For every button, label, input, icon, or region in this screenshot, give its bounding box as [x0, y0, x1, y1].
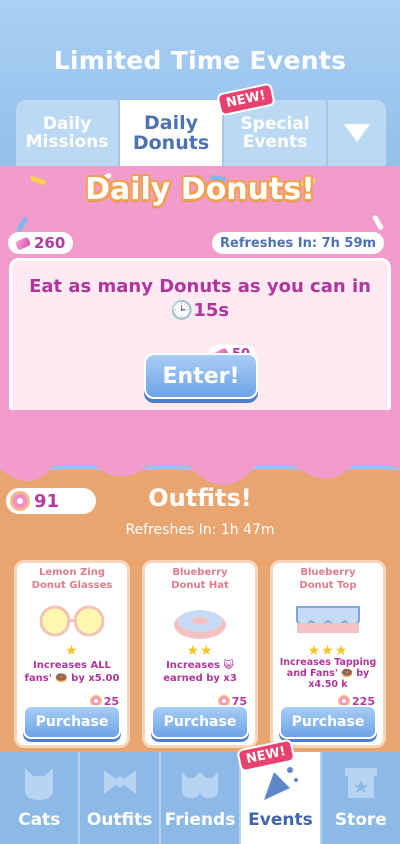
rarity-stars: ★: [65, 643, 79, 659]
donut-icon: [10, 491, 30, 511]
triangle-down-icon: [344, 124, 370, 142]
outfits-title: Outfits!: [148, 484, 252, 512]
event-description-text: Eat as many Donuts as you can in: [29, 276, 371, 297]
cat-face-icon: [25, 768, 54, 800]
donut-count: 91: [34, 490, 60, 512]
nav-friends[interactable]: Friends: [161, 752, 242, 844]
enter-button[interactable]: Enter!: [144, 353, 258, 399]
event-description: Eat as many Donuts as you can in 🕒15s: [12, 275, 388, 323]
outfit-cards: Lemon Zing Donut Glasses ★ Increases ALL…: [14, 560, 386, 748]
tab-label: Daily Donuts: [132, 112, 210, 154]
party-popper-icon: [264, 767, 299, 800]
purchase-button[interactable]: Purchase: [279, 705, 377, 739]
purchase-button[interactable]: Purchase: [23, 705, 121, 739]
nav-label: Cats: [18, 810, 61, 830]
gem-icon: [14, 235, 32, 251]
outfit-name: Lemon Zing Donut Glasses: [31, 567, 113, 591]
tab-label: Special Events: [240, 114, 310, 152]
nav-cats[interactable]: Cats: [0, 752, 81, 844]
gem-counter: 260: [8, 232, 74, 254]
cats-group-icon: [182, 772, 219, 798]
outfit-card-lemon-zing-donut-glasses: Lemon Zing Donut Glasses ★ Increases ALL…: [14, 560, 130, 748]
tab-daily-donuts[interactable]: Daily Donuts: [120, 100, 224, 166]
nav-outfits[interactable]: Outfits: [80, 752, 161, 844]
outfits-refresh-timer: Refreshes In: 1h 47m: [125, 522, 275, 538]
outfit-card-blueberry-donut-top: Blueberry Donut Top ★★★ Increases Tappin…: [270, 560, 386, 748]
outfit-description: Increases 😺 earned by x3: [163, 660, 237, 684]
event-duration: 15s: [193, 300, 230, 321]
tab-more-button[interactable]: [328, 100, 386, 166]
outfit-name: Blueberry Donut Top: [299, 567, 357, 591]
bottom-nav: Cats Outfits Friends Events Store: [0, 752, 400, 844]
donut-hat-icon: [174, 610, 226, 639]
donut-counter: 91: [6, 488, 96, 514]
outfit-description: Increases ALL fans' 🍩 by x5.00: [24, 660, 120, 684]
page-title: Limited Time Events: [53, 46, 347, 75]
tab-bar: Daily Missions Daily Donuts Special Even…: [16, 100, 386, 166]
clock-icon: 🕒: [170, 300, 194, 321]
outfit-name: Blueberry Donut Hat: [171, 567, 229, 591]
event-refresh-timer: Refreshes In: 7h 59m: [212, 232, 385, 254]
donut-top-icon: [296, 606, 360, 633]
outfit-description: Increases Tapping and Fans' 🍩 by x4.50 k: [279, 657, 377, 690]
rarity-stars: ★★: [186, 643, 214, 659]
nav-label: Store: [334, 810, 387, 830]
shop-icon: [344, 768, 377, 798]
bow-icon: [103, 770, 136, 794]
nav-label: Friends: [164, 810, 236, 830]
event-title: Daily Donuts!: [85, 172, 315, 207]
nav-label: Outfits: [86, 810, 153, 830]
gem-count: 260: [34, 234, 66, 252]
tab-daily-missions[interactable]: Daily Missions: [16, 100, 120, 166]
outfit-card-blueberry-donut-hat: Blueberry Donut Hat ★★ Increases 😺 earne…: [142, 560, 258, 748]
nav-label: Events: [248, 810, 313, 830]
tab-label: Daily Missions: [25, 114, 109, 152]
refresh-text: Refreshes In: 7h 59m: [220, 235, 377, 251]
donut-glasses-icon: [39, 605, 105, 637]
purchase-button[interactable]: Purchase: [151, 705, 249, 739]
nav-store[interactable]: Store: [322, 752, 400, 844]
event-card: Eat as many Donuts as you can in 🕒15s 50…: [9, 258, 391, 416]
